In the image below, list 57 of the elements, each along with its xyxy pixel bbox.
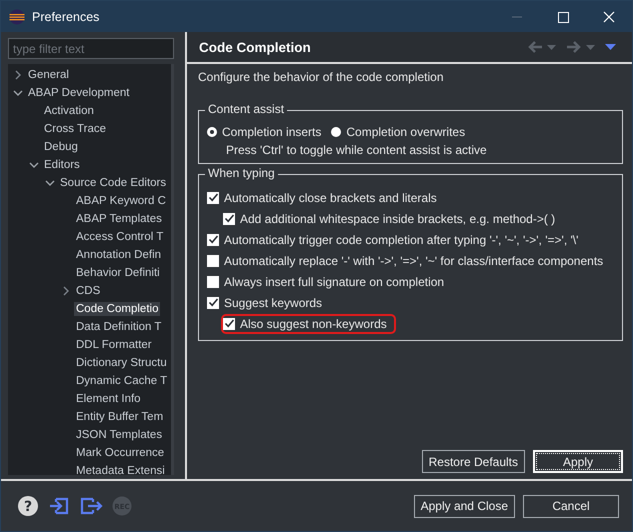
tree-item[interactable]: Element Info (74, 392, 143, 406)
tree-item[interactable]: Entity Buffer Tem (74, 410, 166, 424)
tree-item[interactable]: Access Control T (74, 230, 166, 244)
hint-text: Press 'Ctrl' to toggle while content assist is active (225, 143, 488, 157)
checkmark-icon (208, 192, 218, 203)
window-title: Preferences (32, 10, 100, 24)
checkbox[interactable]: Automatically trigger code completion after typing '-', '~', '->', '=>', '\' (205, 230, 588, 250)
checkbox[interactable]: Add additional whitespace inside brackets, e.g. method->( ) (221, 208, 564, 228)
button[interactable]: Apply (533, 450, 623, 473)
checkmark-icon (224, 213, 234, 224)
checkbox[interactable]: Automatically replace '-' with '->', '=>', '~' for class/interface components (205, 250, 612, 270)
tree-item[interactable]: Editors (42, 158, 82, 172)
tree-item[interactable]: Annotation Defin (74, 248, 164, 262)
tree-item[interactable]: Code Completio (74, 302, 160, 316)
group-title: When typing (205, 166, 278, 180)
tree-item[interactable]: DDL Formatter (74, 338, 154, 352)
button[interactable]: Restore Defaults (422, 450, 525, 473)
filter-field[interactable]: type filter text (8, 38, 174, 59)
tree-item[interactable]: General (26, 68, 71, 82)
back-arrow-icon[interactable] (527, 40, 543, 54)
help-icon[interactable]: ? (17, 495, 39, 517)
export-icon[interactable] (79, 495, 103, 517)
tree-item[interactable]: Dictionary Structu (74, 356, 169, 370)
tree-item[interactable]: CDS (74, 284, 102, 298)
button[interactable]: Cancel (523, 494, 619, 518)
tree-item[interactable]: ABAP Templates (74, 212, 164, 226)
forward-arrow-icon[interactable] (566, 40, 582, 54)
page-description: Configure the behavior of the code completion (198, 70, 444, 84)
tree-item[interactable]: Data Definition T (74, 320, 164, 334)
tree-item[interactable]: Source Code Editors (58, 176, 168, 190)
checkbox[interactable]: Suggest keywords (205, 292, 332, 312)
button[interactable]: Apply and Close (414, 494, 515, 518)
tree-item[interactable]: Mark Occurrence (74, 446, 166, 460)
caret-icon[interactable] (547, 44, 556, 50)
menu-caret-icon[interactable] (605, 44, 616, 50)
radio-button[interactable]: Completion inserts (207, 125, 322, 139)
tree-item[interactable]: Metadata Extensi (74, 464, 167, 475)
page-title: Code Completion (199, 40, 311, 54)
tree-item[interactable]: Debug (42, 140, 80, 154)
tree-item[interactable]: Cross Trace (42, 122, 108, 136)
tree-item[interactable]: ABAP Development (26, 86, 132, 100)
tree-item[interactable]: JSON Templates (74, 428, 164, 442)
tree-item[interactable]: Activation (42, 104, 96, 118)
tree-item[interactable]: ABAP Keyword C (74, 194, 168, 208)
checkmark-icon (208, 234, 218, 245)
caret-icon[interactable] (586, 44, 595, 50)
import-icon[interactable] (48, 495, 70, 517)
group-title: Content assist (205, 102, 288, 116)
checkbox[interactable]: Also suggest non-keywords (221, 314, 396, 334)
tree-item[interactable]: Dynamic Cache T (74, 374, 170, 388)
tree-item[interactable]: Behavior Definiti (74, 266, 162, 280)
radio-button[interactable]: Completion overwrites (331, 125, 466, 139)
checkbox[interactable]: Always insert full signature on completion (205, 272, 454, 292)
app-icon (9, 8, 25, 24)
checkmark-icon (208, 297, 218, 308)
checkmark-icon (224, 318, 234, 329)
checkbox[interactable]: Automatically close brackets and literals (205, 188, 446, 208)
